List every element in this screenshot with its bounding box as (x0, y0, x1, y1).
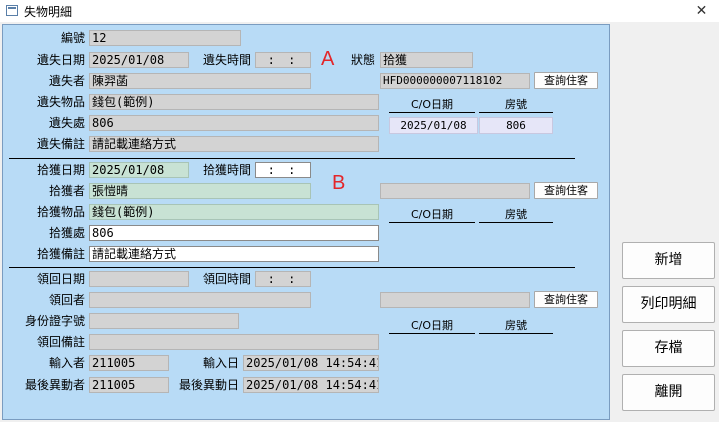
id-card-field[interactable] (89, 313, 239, 329)
return-registration-field[interactable] (380, 292, 530, 308)
return-table-header-room: 房號 (479, 319, 553, 334)
lost-lookup-guest-button[interactable]: 查詢住客 (534, 72, 598, 89)
found-item-label: 拾獲物品 (36, 205, 85, 219)
lost-item-label: 遺失物品 (36, 95, 85, 109)
found-note-field[interactable]: 請記載連絡方式 (89, 246, 379, 262)
section-divider (9, 158, 575, 159)
save-button[interactable]: 存檔 (622, 330, 715, 367)
lost-table-cell-room[interactable]: 806 (479, 117, 553, 134)
form-panel: 編號 12 遺失日期 2025/01/08 遺失時間 : : A 狀態 拾獲 遺… (2, 24, 610, 420)
status-field[interactable]: 拾獲 (380, 52, 473, 68)
return-date-label: 領回日期 (36, 272, 85, 286)
window-title: 失物明細 (24, 5, 73, 19)
return-date-field[interactable] (89, 271, 189, 287)
add-button[interactable]: 新增 (622, 242, 715, 279)
found-time-field[interactable]: : : (255, 162, 311, 178)
found-person-field[interactable]: 張愷晴 (89, 183, 311, 199)
app-window-icon (6, 5, 18, 16)
found-time-label: 拾獲時間 (202, 163, 251, 177)
lost-date-label: 遺失日期 (36, 53, 85, 67)
found-table-header-co-date: C/O日期 (389, 208, 475, 223)
found-place-label: 拾獲處 (48, 226, 85, 240)
modified-by-field[interactable]: 211005 (89, 377, 169, 393)
close-icon[interactable]: ✕ (684, 0, 719, 22)
found-note-label: 拾獲備註 (36, 247, 85, 261)
modified-date-field[interactable]: 2025/01/08 14:54:41 (243, 377, 379, 393)
input-date-label: 輸入日 (202, 356, 239, 370)
lost-registration-field[interactable]: HFD000000007118102 (380, 73, 530, 89)
modified-by-label: 最後異動者 (24, 378, 85, 392)
modified-date-label: 最後異動日 (178, 378, 239, 392)
return-table-header-co-date: C/O日期 (389, 319, 475, 334)
status-label: 狀態 (350, 53, 375, 67)
return-time-field[interactable]: : : (255, 271, 311, 287)
lost-note-label: 遺失備註 (36, 137, 85, 151)
input-date-field[interactable]: 2025/01/08 14:54:41 (243, 355, 379, 371)
lost-item-field[interactable]: 錢包(範例) (89, 94, 379, 110)
return-person-field[interactable] (89, 292, 311, 308)
found-date-label: 拾獲日期 (36, 163, 85, 177)
return-lookup-guest-button[interactable]: 查詢住客 (534, 291, 598, 308)
lost-note-field[interactable]: 請記載連絡方式 (89, 136, 379, 152)
id-card-label: 身份證字號 (24, 314, 85, 328)
title-bar: 失物明細 ✕ (0, 0, 719, 22)
print-details-button[interactable]: 列印明細 (622, 286, 715, 323)
lost-person-label: 遺失者 (48, 74, 85, 88)
lost-table-cell-co-date[interactable]: 2025/01/08 (389, 117, 478, 134)
id-field[interactable]: 12 (89, 30, 241, 46)
return-note-field[interactable] (89, 334, 379, 350)
found-place-field[interactable]: 806 (89, 225, 379, 241)
return-note-label: 領回備註 (36, 335, 85, 349)
lost-time-field[interactable]: : : (255, 52, 311, 68)
section-divider (9, 267, 575, 268)
found-person-label: 拾獲者 (48, 184, 85, 198)
return-time-label: 領回時間 (202, 272, 251, 286)
lost-time-label: 遺失時間 (202, 53, 251, 67)
id-label: 編號 (60, 31, 85, 45)
lost-person-field[interactable]: 陳羿菡 (89, 73, 311, 89)
input-by-field[interactable]: 211005 (89, 355, 169, 371)
found-date-field[interactable]: 2025/01/08 (89, 162, 189, 178)
lost-table-header-co-date: C/O日期 (389, 98, 475, 113)
found-lookup-guest-button[interactable]: 查詢住客 (534, 182, 598, 199)
annotation-marker-b: B (332, 172, 346, 194)
exit-button[interactable]: 離開 (622, 374, 715, 411)
found-table-header-room: 房號 (479, 208, 553, 223)
found-registration-field[interactable] (380, 183, 530, 199)
lost-table-header-room: 房號 (479, 98, 553, 113)
found-item-field[interactable]: 錢包(範例) (89, 204, 379, 220)
lost-place-field[interactable]: 806 (89, 115, 379, 131)
lost-date-field[interactable]: 2025/01/08 (89, 52, 189, 68)
lost-place-label: 遺失處 (48, 116, 85, 130)
annotation-marker-a: A (321, 48, 335, 70)
input-by-label: 輸入者 (48, 356, 85, 370)
return-person-label: 領回者 (48, 293, 85, 307)
